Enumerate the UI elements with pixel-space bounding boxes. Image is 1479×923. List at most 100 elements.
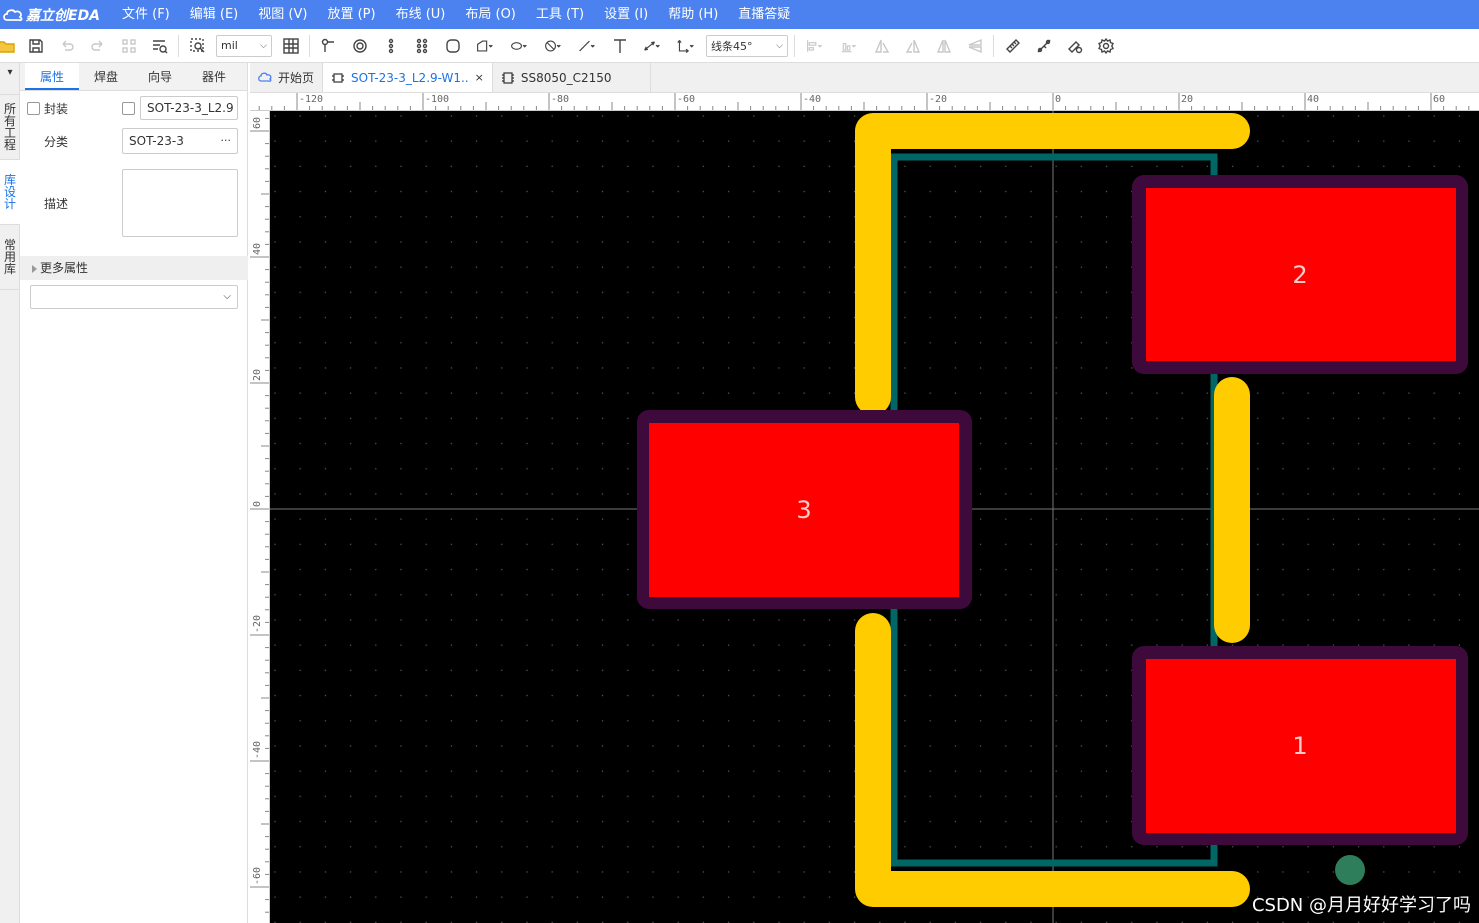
app-logo[interactable]: 嘉立创EDA (0, 0, 112, 29)
doc-tab-footprint[interactable]: SOT-23-3_L2.9-W1.. × (323, 63, 493, 92)
measure-distance-button[interactable] (1028, 31, 1059, 61)
close-icon[interactable]: × (475, 71, 484, 84)
tab-devices[interactable]: 器件 (187, 63, 241, 90)
more-properties-section[interactable]: 更多属性 (20, 256, 248, 280)
menu-tools[interactable]: 工具 (T) (526, 0, 594, 29)
menu-settings[interactable]: 设置 (I) (594, 0, 658, 29)
settings-button[interactable] (1090, 31, 1121, 61)
vtab-library-design[interactable]: 库设计 (0, 160, 20, 225)
footprint-label-checkbox[interactable] (27, 101, 40, 115)
undo-button[interactable] (51, 31, 82, 61)
ruler-left: 60 40 20 0 -20 -40 -60 (250, 111, 270, 923)
ruler-top-label: -60 (677, 94, 696, 105)
ruler-top-label: -120 (299, 94, 324, 105)
description-textarea[interactable] (122, 169, 238, 237)
description-row: 描述 (20, 169, 248, 237)
place-pad-array-button[interactable] (406, 31, 437, 61)
menu-bar: 嘉立创EDA 文件 (F) 编辑 (E) 视图 (V) 放置 (P) 布线 (U… (0, 0, 1479, 29)
pcb-canvas-drawing[interactable]: 2 3 1 (270, 111, 1479, 923)
menu-layout[interactable]: 布局 (O) (455, 0, 526, 29)
chevron-down-icon: ⌵ (776, 40, 783, 51)
rotate-left-button[interactable] (866, 31, 897, 61)
doc-tab-device[interactable]: SS8050_C2150 (493, 63, 651, 92)
menu-help[interactable]: 帮助 (H) (658, 0, 728, 29)
place-pad-button[interactable] (344, 31, 375, 61)
pad-2[interactable]: 2 (1132, 175, 1468, 374)
line-dropdown-icon (579, 40, 595, 51)
grid-button[interactable] (275, 31, 306, 61)
place-origin-button[interactable] (669, 31, 703, 61)
measure-button[interactable] (997, 31, 1028, 61)
place-via-button[interactable] (375, 31, 406, 61)
cloud-logo-icon (3, 8, 23, 21)
place-no-connect-button[interactable] (536, 31, 570, 61)
unit-select[interactable]: mil ⌵ (216, 34, 272, 57)
vtab-common-library[interactable]: 常用库 (0, 225, 20, 290)
document-tabs: 开始页 SOT-23-3_L2.9-W1.. × SS8050_C2150 (250, 63, 1479, 93)
footprint-value-checkbox[interactable] (122, 101, 135, 115)
place-line-button[interactable] (570, 31, 604, 61)
pcb-canvas[interactable]: 2 3 1 CSDN @月月好好学习了吗 (270, 111, 1479, 923)
redo-button[interactable] (82, 31, 113, 61)
place-ellipse-button[interactable] (502, 31, 536, 61)
chip-icon (501, 71, 515, 85)
save-button[interactable] (20, 31, 51, 61)
ruler-top: -120 -100 -80 -60 -40 -20 0 20 40 60 (250, 93, 1479, 111)
group-button[interactable] (113, 31, 144, 61)
footprint-name-input[interactable]: SOT-23-3_L2.9 (140, 96, 238, 120)
align-button[interactable] (798, 31, 832, 61)
tab-pads[interactable]: 焊盘 (79, 63, 133, 90)
tab-properties[interactable]: 属性 (25, 63, 79, 90)
cloud-icon (258, 71, 272, 85)
check-tool-icon (1067, 40, 1082, 53)
folder-icon (0, 40, 15, 53)
cursor-marker (1335, 855, 1365, 885)
flip-horizontal-icon (936, 39, 951, 53)
flip-horizontal-button[interactable] (928, 31, 959, 61)
menu-file[interactable]: 文件 (F) (112, 0, 180, 29)
menu-place[interactable]: 放置 (P) (317, 0, 385, 29)
open-folder-button[interactable] (0, 31, 20, 61)
save-icon (28, 38, 43, 53)
distance-icon (1037, 39, 1050, 52)
more-properties-select[interactable]: ⌵ (30, 285, 238, 309)
flip-vertical-button[interactable] (959, 31, 990, 61)
zoom-area-button[interactable] (182, 31, 213, 61)
prohibit-dropdown-icon (545, 40, 561, 51)
flip-vertical-icon (968, 38, 982, 53)
place-rect-button[interactable] (437, 31, 468, 61)
pad-array-icon (416, 38, 427, 53)
place-track-button[interactable] (313, 31, 344, 61)
route-mode-select[interactable]: 线条45° ⌵ (706, 34, 788, 57)
doc-tab-start[interactable]: 开始页 (250, 63, 324, 92)
expand-arrow-icon (32, 264, 37, 273)
check-button[interactable] (1059, 31, 1090, 61)
pad-3[interactable]: 3 (637, 410, 972, 609)
ruler-left-label: 40 (252, 242, 263, 255)
left-vertical-tabs: ▾ 所有工程 库设计 常用库 (0, 63, 20, 923)
ruler-icon (1005, 38, 1020, 53)
place-polygon-button[interactable] (468, 31, 502, 61)
menu-live-qa[interactable]: 直播答疑 (728, 0, 800, 29)
toolbar-separator (993, 34, 994, 57)
menu-edit[interactable]: 编辑 (E) (180, 0, 249, 29)
tab-wizard[interactable]: 向导 (133, 63, 187, 90)
category-value: SOT-23-3 (129, 134, 184, 148)
find-button[interactable] (144, 31, 175, 61)
menu-view[interactable]: 视图 (V) (248, 0, 317, 29)
ruler-top-label: 60 (1433, 94, 1446, 105)
place-dimension-button[interactable] (635, 31, 669, 61)
toolbar: mil ⌵ 线条45° ⌵ (0, 29, 1479, 63)
rotate-right-button[interactable] (897, 31, 928, 61)
more-options-icon[interactable]: ··· (221, 130, 232, 152)
pad-1[interactable]: 1 (1132, 646, 1468, 845)
vtab-all-projects[interactable]: 所有工程 (0, 95, 20, 160)
ruler-left-ticks (250, 117, 269, 913)
unit-select-value: mil (221, 39, 238, 52)
menu-route[interactable]: 布线 (U) (386, 0, 456, 29)
ruler-left-label: 60 (252, 116, 263, 129)
distribute-button[interactable] (832, 31, 866, 61)
place-text-button[interactable] (604, 31, 635, 61)
footprint-row: 封装 SOT-23-3_L2.9 (20, 96, 248, 120)
category-input[interactable]: SOT-23-3 ··· (122, 128, 238, 154)
